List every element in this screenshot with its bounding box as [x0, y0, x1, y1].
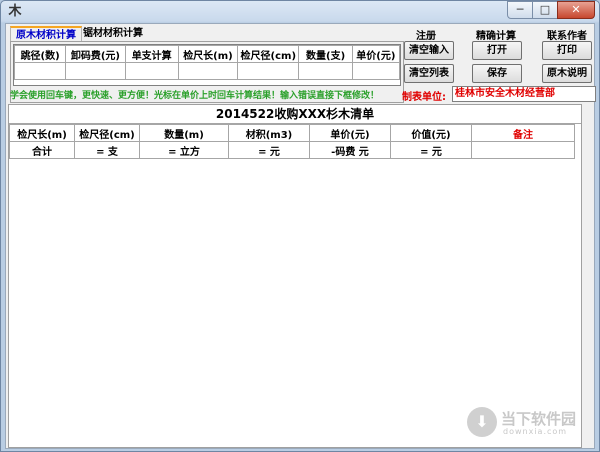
tab-sawn-volume[interactable]: 锯材材积计算: [78, 26, 148, 41]
total-remark: [471, 141, 575, 159]
clear-input-button[interactable]: 清空输入: [404, 41, 454, 60]
result-col-volume: 材积(m3): [228, 124, 310, 142]
print-button[interactable]: 打印: [542, 41, 592, 60]
watermark: ⬇ 当下软件园 downxia.com: [467, 407, 587, 439]
result-col-remark: 备注: [471, 124, 575, 142]
input-cell[interactable]: [351, 62, 401, 80]
input-cell[interactable]: [65, 62, 126, 80]
input-grid[interactable]: 跳径(数) 卸码费(元) 单支计算 检尺长(m) 检尺径(cm) 数量(支) 单…: [13, 44, 401, 86]
total-label: 合计: [9, 141, 75, 159]
open-button[interactable]: 打开: [472, 41, 522, 60]
result-col-unit-price: 单价(元): [309, 124, 391, 142]
col-jump-diameter: 跳径(数): [13, 45, 67, 63]
save-button[interactable]: 保存: [472, 64, 522, 83]
input-cell[interactable]: [298, 62, 353, 80]
total-value: = 元: [390, 141, 472, 159]
total-amount: = 元: [228, 141, 310, 159]
register-label[interactable]: 注册: [416, 27, 436, 42]
result-col-value: 价值(元): [390, 124, 472, 142]
col-quantity: 数量(支): [298, 45, 353, 63]
precise-calc-label[interactable]: 精确计算: [476, 27, 516, 42]
minimize-button[interactable]: ─: [507, 1, 533, 19]
table-row[interactable]: [13, 62, 401, 80]
total-volume: = 立方: [139, 141, 229, 159]
usage-hint: 学会使用回车键，更快速、更方便！光标在单价上时回车计算结果！输入错误直接下框修改…: [10, 91, 380, 101]
sheet-title[interactable]: 2014522收购XXX杉木清单: [9, 105, 581, 124]
maximize-button[interactable]: □: [532, 1, 558, 19]
close-button[interactable]: ✕: [557, 1, 595, 19]
result-header-row: 检尺长(m) 检尺径(cm) 数量(m) 材积(m3) 单价(元) 价值(元) …: [9, 124, 575, 142]
client-area: 原木材积计算 锯材材积计算 跳径(数) 卸码费(元) 单支计算 检尺长(m) 检…: [5, 23, 596, 449]
clear-list-button[interactable]: 清空列表: [404, 64, 454, 83]
app-window: 木 ─ □ ✕ 原木材积计算 锯材材积计算 跳径(数) 卸码费(元) 单支计算 …: [0, 0, 600, 452]
input-grid-header: 跳径(数) 卸码费(元) 单支计算 检尺长(m) 检尺径(cm) 数量(支) 单…: [13, 45, 401, 63]
total-fee: -码费 元: [309, 141, 391, 159]
col-unloading-fee: 卸码费(元): [65, 45, 126, 63]
col-diameter: 检尺径(cm): [237, 45, 300, 63]
contact-author-label[interactable]: 联系作者: [547, 27, 587, 42]
download-icon: ⬇: [467, 407, 497, 437]
title-bar: 木 ─ □ ✕: [1, 1, 599, 23]
result-col-quantity: 数量(m): [139, 124, 229, 142]
input-cell[interactable]: [13, 62, 67, 80]
unit-field[interactable]: 桂林市安全木材经营部: [452, 86, 596, 102]
result-col-diameter: 检尺径(cm): [74, 124, 140, 142]
input-cell[interactable]: [237, 62, 300, 80]
total-pieces: = 支: [74, 141, 140, 159]
watermark-url: downxia.com: [503, 427, 568, 436]
col-single-calc: 单支计算: [124, 45, 179, 63]
result-table: 检尺长(m) 检尺径(cm) 数量(m) 材积(m3) 单价(元) 价值(元) …: [9, 124, 575, 159]
result-sheet: 2014522收购XXX杉木清单 检尺长(m) 检尺径(cm) 数量(m) 材积…: [8, 104, 582, 448]
watermark-name: 当下软件园: [501, 410, 577, 428]
table-row[interactable]: 合计 = 支 = 立方 = 元 -码费 元 = 元: [9, 141, 575, 159]
col-unit-price: 单价(元): [351, 45, 401, 63]
log-help-button[interactable]: 原木说明: [542, 64, 592, 83]
app-icon: 木: [8, 4, 22, 19]
result-col-length: 检尺长(m): [9, 124, 75, 142]
input-cell[interactable]: [177, 62, 239, 80]
unit-label: 制表单位:: [402, 92, 446, 103]
col-length: 检尺长(m): [177, 45, 239, 63]
input-cell[interactable]: [124, 62, 179, 80]
